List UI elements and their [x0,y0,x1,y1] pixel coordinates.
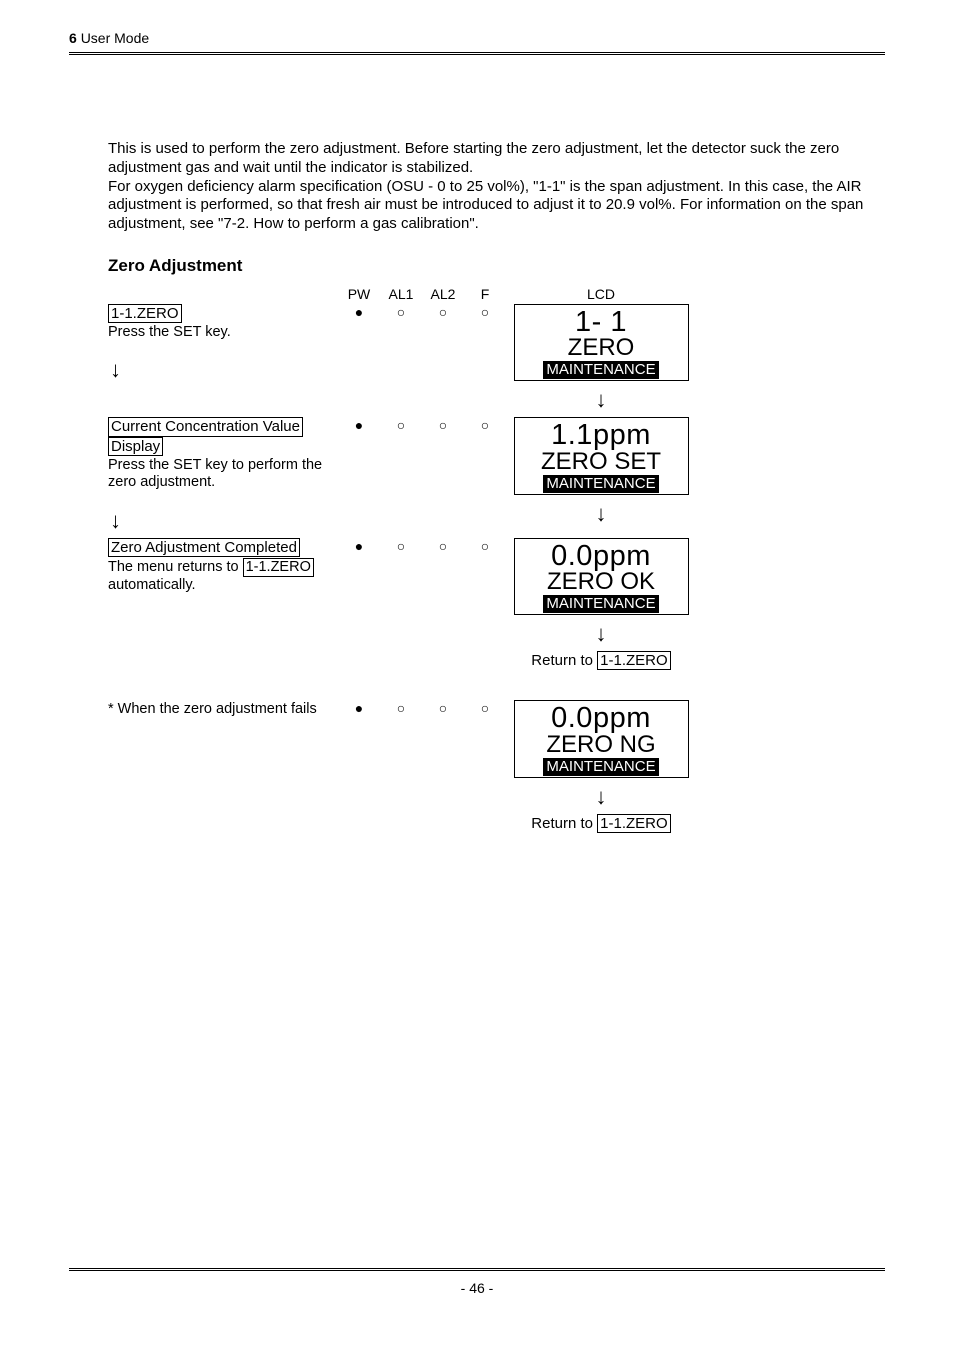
step-3-desc: The menu returns to 1-1.ZERO automatical… [108,558,330,595]
intro-text: This is used to perform the zero adjustm… [108,140,885,234]
page-footer: - 46 - [0,1280,954,1296]
lcd-tag: MAINTENANCE [543,361,658,379]
step-3-lcd-col: 0.0ppm ZERO OK MAINTENANCE Return to 1-1… [506,538,696,671]
lcd-line2: ZERO [517,335,686,360]
lcd-line2: ZERO OK [517,569,686,594]
lcd-tag: MAINTENANCE [543,475,658,493]
lcd-line2: ZERO NG [517,732,686,757]
col-al1: AL1 [380,286,422,304]
step-2-lcd-col: 1.1ppm ZERO SET MAINTENANCE [506,417,696,531]
step-1-left: 1-1.ZERO Press the SET key. [108,304,338,388]
lcd-tag: MAINTENANCE [543,595,658,613]
step-3-desc-suffix: automatically. [108,577,196,593]
lcd-line1: 1- 1 [517,307,686,337]
step-3-lcd: 0.0ppm ZERO OK MAINTENANCE [514,538,689,616]
step-2-desc: Press the SET key to perform the zero ad… [108,457,330,492]
down-arrow-icon [506,501,696,527]
step-2-pw-led [338,417,380,433]
step-3-al2-led [422,538,464,554]
lcd-line2: ZERO SET [517,449,686,474]
step-1-title: 1-1.ZERO [108,304,182,323]
down-arrow-icon [110,357,330,383]
col-al2: AL2 [422,286,464,304]
return-box: 1-1.ZERO [597,651,671,670]
step-1-al2-led [422,304,464,320]
page-header: 6 User Mode [69,30,149,46]
chapter-number: 6 [69,30,77,46]
step-1-desc: Press the SET key. [108,324,330,341]
zero-adjustment-table: PW AL1 AL2 F LCD 1-1.ZERO Press the SET … [108,286,885,833]
step-3-return: Return to 1-1.ZERO [506,651,696,670]
step-2-f-led [464,417,506,433]
down-arrow-icon [506,784,696,810]
step-4-al1-led [380,700,422,716]
page-content: This is used to perform the zero adjustm… [108,140,885,833]
return-box: 1-1.ZERO [597,814,671,833]
page-number: - 46 - [461,1280,494,1296]
header-rule [69,52,885,55]
step-3-al1-led [380,538,422,554]
down-arrow-icon [506,387,696,413]
step-3-title: Zero Adjustment Completed [108,538,300,557]
col-pw: PW [338,286,380,304]
step-3-desc-prefix: The menu returns to [108,559,243,575]
intro-para-1: This is used to perform the zero adjustm… [108,140,885,178]
intro-para-2: For oxygen deficiency alarm specificatio… [108,178,885,234]
lcd-tag: MAINTENANCE [543,758,658,776]
section-title: Zero Adjustment [108,256,885,276]
lcd-line1: 1.1ppm [517,420,686,450]
step-3-f-led [464,538,506,554]
step-4-left: * When the zero adjustment fails [108,700,338,718]
step-4-pw-led [338,700,380,716]
col-f: F [464,286,506,304]
step-4-lcd-col: 0.0ppm ZERO NG MAINTENANCE Return to 1-1… [506,700,696,833]
col-lcd: LCD [506,286,696,304]
step-2-title-line1: Current Concentration Value [108,417,303,436]
step-2-title-line2: Display [108,437,163,456]
down-arrow-icon [506,621,696,647]
step-3-desc-box: 1-1.ZERO [243,558,314,577]
step-4-note: * When the zero adjustment fails [108,701,330,718]
step-4-lcd: 0.0ppm ZERO NG MAINTENANCE [514,700,689,778]
step-3-pw-led [338,538,380,554]
step-1-lcd-col: 1- 1 ZERO MAINTENANCE [506,304,696,418]
step-1-f-led [464,304,506,320]
step-1-pw-led [338,304,380,320]
return-prefix: Return to [531,652,597,669]
step-1-al1-led [380,304,422,320]
lcd-line1: 0.0ppm [517,703,686,733]
step-3-left: Zero Adjustment Completed The menu retur… [108,538,338,595]
step-2-al1-led [380,417,422,433]
down-arrow-icon [110,508,330,534]
step-4-al2-led [422,700,464,716]
lcd-line1: 0.0ppm [517,541,686,571]
step-4-f-led [464,700,506,716]
step-1-lcd: 1- 1 ZERO MAINTENANCE [514,304,689,382]
step-2-al2-led [422,417,464,433]
step-4-return: Return to 1-1.ZERO [506,814,696,833]
chapter-title: User Mode [81,30,149,46]
return-prefix: Return to [531,815,597,832]
step-2-left: Current Concentration Value Display Pres… [108,417,338,537]
step-2-lcd: 1.1ppm ZERO SET MAINTENANCE [514,417,689,495]
footer-rule [69,1268,885,1271]
